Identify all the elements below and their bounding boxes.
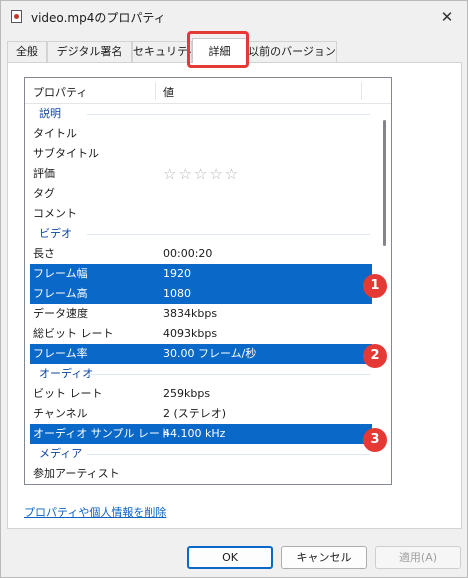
property-value: 1920: [163, 267, 191, 280]
property-name: タグ: [33, 187, 55, 200]
property-name: サブタイトル: [33, 147, 99, 160]
property-row[interactable]: タグ: [25, 184, 378, 204]
list-header: プロパティ 値: [25, 78, 391, 104]
property-value: 3834kbps: [163, 307, 218, 320]
property-list[interactable]: プロパティ 値 説明タイトルサブタイトル 評価 ☆☆☆☆☆ タグコメントビデオ長さ 00…: [24, 77, 392, 485]
property-row[interactable]: コメント: [25, 204, 378, 224]
window-title: video.mp4のプロパティ: [31, 11, 166, 25]
tab-general[interactable]: 全般: [7, 41, 47, 62]
tab-security[interactable]: セキュリティ: [132, 41, 192, 62]
property-row[interactable]: 長さ 00:00:20: [25, 244, 378, 264]
group-divider: [87, 454, 370, 455]
property-rows: 説明タイトルサブタイトル 評価 ☆☆☆☆☆ タグコメントビデオ長さ 00:00:20 フレ…: [25, 104, 378, 484]
group-divider: [87, 114, 370, 115]
annotation-badge-1: 1: [363, 274, 387, 298]
tab-details[interactable]: 詳細: [192, 38, 247, 63]
property-name: フレーム率: [33, 347, 88, 360]
property-value: 30.00 フレーム/秒: [163, 347, 257, 360]
video-file-icon: [11, 10, 22, 23]
column-divider[interactable]: [361, 82, 362, 100]
annotation-badge-3: 3: [363, 428, 387, 452]
ok-button[interactable]: OK: [187, 546, 273, 569]
property-row[interactable]: ビット レート 259kbps: [25, 384, 378, 404]
property-value: 1080: [163, 287, 191, 300]
group-header: メディア: [25, 444, 378, 464]
scroll-thumb[interactable]: [383, 120, 386, 246]
group-label: オーディオ: [39, 367, 94, 380]
header-value[interactable]: 値: [163, 84, 174, 100]
property-value: 44.100 kHz: [163, 427, 226, 440]
group-header: 説明: [25, 104, 378, 124]
title-bar: video.mp4のプロパティ ✕: [1, 1, 467, 33]
group-header: オーディオ: [25, 364, 378, 384]
property-row[interactable]: サブタイトル: [25, 144, 378, 164]
property-name: タイトル: [33, 127, 77, 140]
property-value: 4093kbps: [163, 327, 218, 340]
group-divider: [87, 234, 370, 235]
property-value: 2 (ステレオ): [163, 407, 227, 420]
property-name: 総ビット レート: [33, 327, 114, 340]
column-divider[interactable]: [155, 82, 156, 100]
cancel-button[interactable]: キャンセル: [281, 546, 367, 569]
property-name: 参加アーティスト: [33, 467, 120, 480]
apply-button[interactable]: 適用(A): [375, 546, 461, 569]
property-row[interactable]: オーディオ サンプル レート 44.100 kHz: [30, 424, 372, 444]
group-label: ビデオ: [39, 227, 72, 240]
property-row[interactable]: フレーム幅 1920: [30, 264, 372, 284]
properties-dialog: video.mp4のプロパティ ✕ 全般 デジタル署名 セキュリティ 詳細 以前…: [0, 0, 468, 578]
property-row[interactable]: 参加アーティスト: [25, 464, 378, 484]
annotation-badge-2: 2: [363, 344, 387, 368]
property-row[interactable]: タイトル: [25, 124, 378, 144]
property-name: フレーム高: [33, 287, 88, 300]
property-row[interactable]: フレーム率 30.00 フレーム/秒: [30, 344, 372, 364]
property-name: オーディオ サンプル レート: [33, 427, 171, 440]
property-name: フレーム幅: [33, 267, 88, 280]
close-button[interactable]: ✕: [437, 7, 457, 27]
property-name: コメント: [33, 207, 77, 220]
property-row[interactable]: 評価 ☆☆☆☆☆: [25, 164, 378, 184]
group-label: メディア: [39, 447, 83, 460]
remove-properties-link[interactable]: プロパティや個人情報を削除: [24, 504, 166, 520]
property-row[interactable]: チャンネル 2 (ステレオ): [25, 404, 378, 424]
group-divider: [87, 374, 370, 375]
header-property[interactable]: プロパティ: [33, 84, 87, 100]
details-panel: プロパティ 値 説明タイトルサブタイトル 評価 ☆☆☆☆☆ タグコメントビデオ長さ 00…: [7, 62, 462, 529]
property-name: ビット レート: [33, 387, 103, 400]
group-label: 説明: [39, 107, 61, 120]
property-value: 259kbps: [163, 387, 211, 400]
property-value: 00:00:20: [163, 247, 213, 260]
property-name: 評価: [33, 167, 55, 180]
property-row[interactable]: フレーム高 1080: [30, 284, 372, 304]
property-name: チャンネル: [33, 407, 88, 420]
rating-stars-icon[interactable]: ☆☆☆☆☆: [163, 164, 240, 184]
property-name: 長さ: [33, 247, 55, 260]
property-row[interactable]: 総ビット レート 4093kbps: [25, 324, 378, 344]
tab-digital-signatures[interactable]: デジタル署名: [47, 41, 132, 62]
property-row[interactable]: データ速度 3834kbps: [25, 304, 378, 324]
group-header: ビデオ: [25, 224, 378, 244]
property-name: データ速度: [33, 307, 88, 320]
tab-previous-versions[interactable]: 以前のバージョン: [247, 41, 337, 62]
